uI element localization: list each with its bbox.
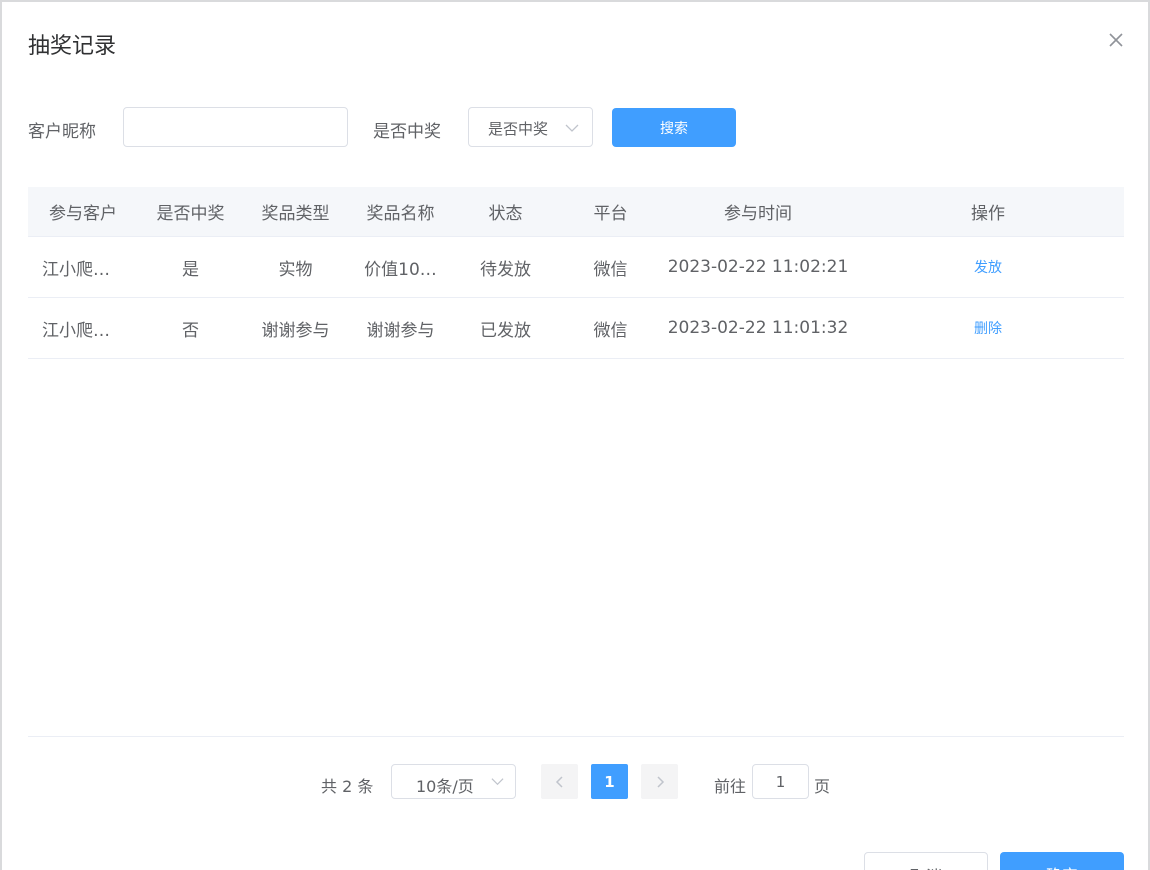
winning-label: 是否中奖 [373,122,441,142]
chevron-down-icon [565,124,579,132]
cell-prize-type: 谢谢参与 [261,320,330,341]
next-page-button[interactable] [641,764,678,799]
column-header: 参与时间 [724,204,792,224]
table-row: 江小爬… 是 实物 价值10… 待发放 微信 2023-02-22 11:02:… [28,237,1124,298]
dialog-title: 抽奖记录 [28,34,117,59]
page-suffix-label: 页 [814,777,831,796]
table-row: 江小爬… 否 谢谢参与 谢谢参与 已发放 微信 2023-02-22 11:01… [28,298,1124,359]
close-button[interactable] [1106,30,1126,50]
goto-page-input[interactable] [752,764,809,799]
chevron-left-icon [555,775,563,788]
winning-select-value: 是否中奖 [488,120,549,138]
cell-platform: 微信 [593,259,628,280]
column-header: 操作 [971,204,1005,224]
table-bottom-divider [28,736,1124,737]
column-header: 奖品类型 [261,204,330,224]
records-table: 参与客户 是否中奖 奖品类型 奖品名称 状态 平台 参与时间 操作 江小爬… 是… [28,187,1124,359]
delete-link[interactable]: 删除 [853,298,1123,358]
cell-time: 2023-02-22 11:01:32 [667,318,849,338]
page-size-select[interactable]: 10条/页 [391,764,516,799]
cell-prize-type: 实物 [278,259,313,280]
cell-platform: 微信 [593,320,628,341]
cell-customer: 江小爬… [42,320,110,341]
cell-prize-name: 谢谢参与 [366,320,435,341]
lottery-records-dialog: 抽奖记录 客户昵称 是否中奖 是否中奖 搜索 参与客户 是否中奖 奖品类型 奖品… [0,0,1150,870]
cell-status: 已发放 [480,320,531,341]
confirm-button[interactable]: 确定 [1000,852,1124,870]
cell-customer: 江小爬… [42,259,110,280]
cell-won: 是 [182,259,199,280]
column-header: 是否中奖 [156,204,225,224]
table-header: 参与客户 是否中奖 奖品类型 奖品名称 状态 平台 参与时间 操作 [28,187,1124,237]
cancel-button[interactable]: 取消 [864,852,988,870]
chevron-right-icon [656,775,664,788]
goto-label: 前往 [714,777,747,796]
column-header: 参与客户 [49,204,117,224]
search-button[interactable]: 搜索 [612,108,736,147]
nickname-input[interactable] [123,107,348,147]
page-number-1[interactable]: 1 [591,764,628,799]
column-header: 平台 [593,204,628,224]
cell-status: 待发放 [480,259,531,280]
prev-page-button[interactable] [541,764,578,799]
cell-time: 2023-02-22 11:02:21 [667,257,849,277]
cell-won: 否 [182,320,199,341]
issue-prize-link[interactable]: 发放 [853,237,1123,297]
close-icon [1109,33,1123,47]
column-header: 状态 [488,204,523,224]
nickname-label: 客户昵称 [28,122,96,142]
column-header: 奖品名称 [366,204,435,224]
winning-select[interactable]: 是否中奖 [468,107,593,147]
cell-prize-name: 价值10… [364,259,437,280]
chevron-down-icon [491,778,504,786]
page-size-value: 10条/页 [416,777,474,796]
pagination-total: 共 2 条 [321,777,374,796]
